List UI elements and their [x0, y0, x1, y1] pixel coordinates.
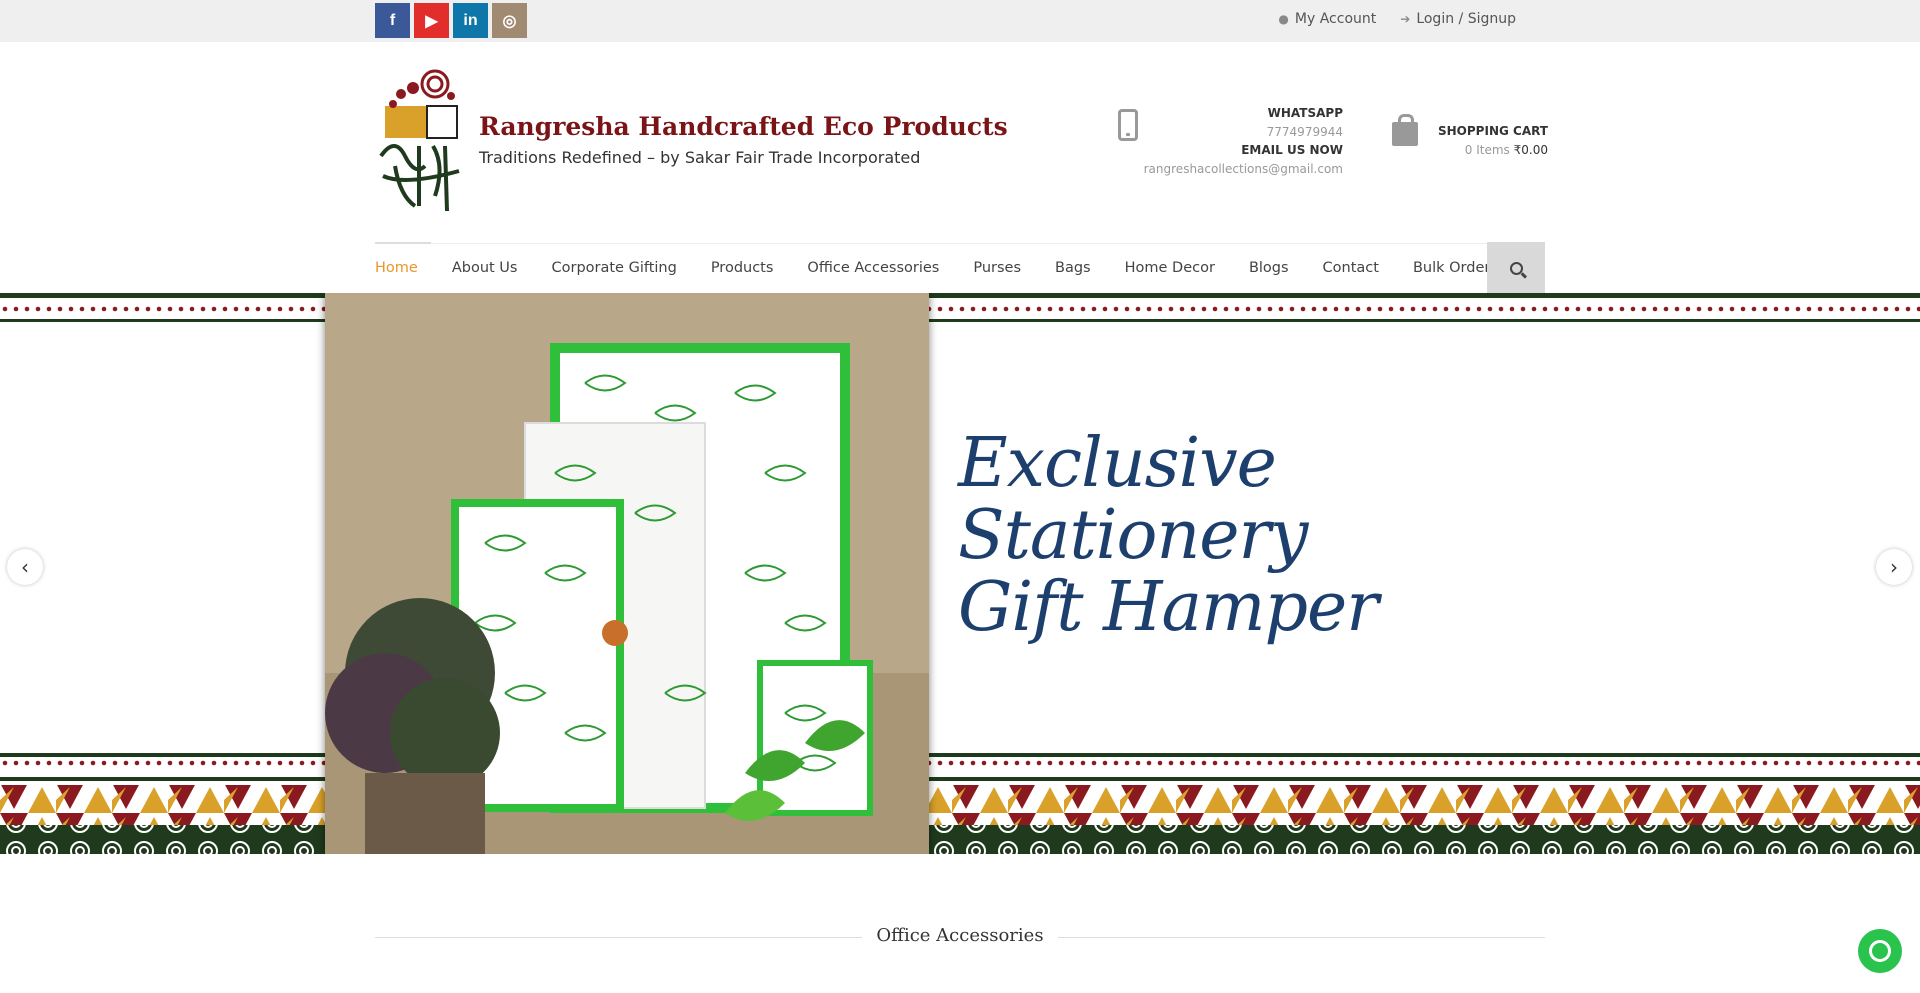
nav-item-products[interactable]: Products	[711, 260, 774, 276]
mobile-phone-icon	[1118, 109, 1138, 141]
chevron-right-icon: ›	[1890, 555, 1898, 579]
nav-item-about-us[interactable]: About Us	[452, 260, 518, 276]
whatsapp-chat-button[interactable]	[1858, 929, 1902, 973]
site-tagline: Traditions Redefined – by Sakar Fair Tra…	[479, 148, 921, 167]
email-label: EMAIL US NOW	[1241, 143, 1343, 157]
slide-photo-notebooks	[325, 293, 929, 854]
nav-item-bulk-order[interactable]: Bulk Order	[1413, 260, 1490, 276]
nav-active-indicator	[375, 242, 431, 244]
nav-item-home-decor[interactable]: Home Decor	[1125, 260, 1215, 276]
nav-item-corporate-gifting[interactable]: Corporate Gifting	[551, 260, 676, 276]
cart-label: SHOPPING CART	[1438, 124, 1548, 138]
shopping-cart[interactable]: SHOPPING CART 0 Items ₹0.00	[1438, 122, 1548, 159]
whatsapp-icon	[1869, 940, 1891, 962]
nav-item-blogs[interactable]: Blogs	[1249, 260, 1289, 276]
email-address[interactable]: rangreshacollections@gmail.com	[1144, 160, 1343, 179]
site-title[interactable]: Rangresha Handcrafted Eco Products	[479, 112, 1008, 141]
search-icon	[1509, 261, 1523, 275]
whatsapp-label: WHATSAPP	[1267, 106, 1343, 120]
cart-items: 0 Items	[1464, 142, 1510, 157]
nav-item-office-accessories[interactable]: Office Accessories	[807, 260, 939, 276]
brand-logo[interactable]	[375, 66, 465, 218]
decorative-band-top	[0, 293, 1920, 323]
shopping-bag-icon[interactable]	[1392, 114, 1418, 146]
slide-line-1: Exclusive	[958, 424, 1277, 503]
my-account-link[interactable]: ● My Account	[1278, 11, 1376, 27]
linkedin-icon[interactable]: in	[453, 3, 488, 38]
cart-total: ₹0.00	[1513, 142, 1548, 157]
user-icon: ●	[1278, 12, 1289, 26]
nav-divider	[375, 243, 1545, 244]
nav-item-home[interactable]: Home	[375, 260, 418, 276]
section-title-wrap: Office Accessories	[375, 925, 1545, 946]
slide-line-2: Stationery	[958, 496, 1308, 575]
slide-line-3: Gift Hamper	[958, 568, 1379, 647]
chevron-left-icon: ‹	[21, 555, 29, 579]
decorative-band-bottom	[0, 753, 1920, 854]
hero-slider: Exclusive Stationery Gift Hamper ‹ ›	[0, 293, 1920, 854]
my-account-label: My Account	[1294, 11, 1377, 27]
login-label: Login / Signup	[1416, 11, 1516, 27]
section-heading: Office Accessories	[375, 925, 1545, 949]
slide-headline: Exclusive Stationery Gift Hamper	[958, 424, 1379, 647]
slider-next-button[interactable]: ›	[1876, 549, 1912, 585]
sign-in-icon: ➔	[1400, 12, 1411, 26]
top-bar: f ▶ in ◎ ● My Account ➔ Login / Signup	[0, 0, 1920, 42]
slider-prev-button[interactable]: ‹	[7, 549, 43, 585]
social-links: f ▶ in ◎	[375, 3, 527, 38]
login-signup-link[interactable]: ➔ Login / Signup	[1400, 11, 1516, 27]
account-links: ● My Account ➔ Login / Signup	[1278, 11, 1516, 27]
whatsapp-number[interactable]: 7774979944	[1144, 123, 1343, 142]
nav-item-bags[interactable]: Bags	[1055, 260, 1091, 276]
search-button[interactable]	[1487, 242, 1545, 294]
nav-item-purses[interactable]: Purses	[973, 260, 1021, 276]
instagram-icon[interactable]: ◎	[492, 3, 527, 38]
section-title: Office Accessories	[862, 925, 1058, 946]
nav-item-contact[interactable]: Contact	[1323, 260, 1379, 276]
main-nav: Home About Us Corporate Gifting Products…	[375, 260, 1490, 276]
facebook-icon[interactable]: f	[375, 3, 410, 38]
youtube-icon[interactable]: ▶	[414, 3, 449, 38]
contact-info: WHATSAPP 7774979944 EMAIL US NOW rangres…	[1144, 104, 1343, 178]
